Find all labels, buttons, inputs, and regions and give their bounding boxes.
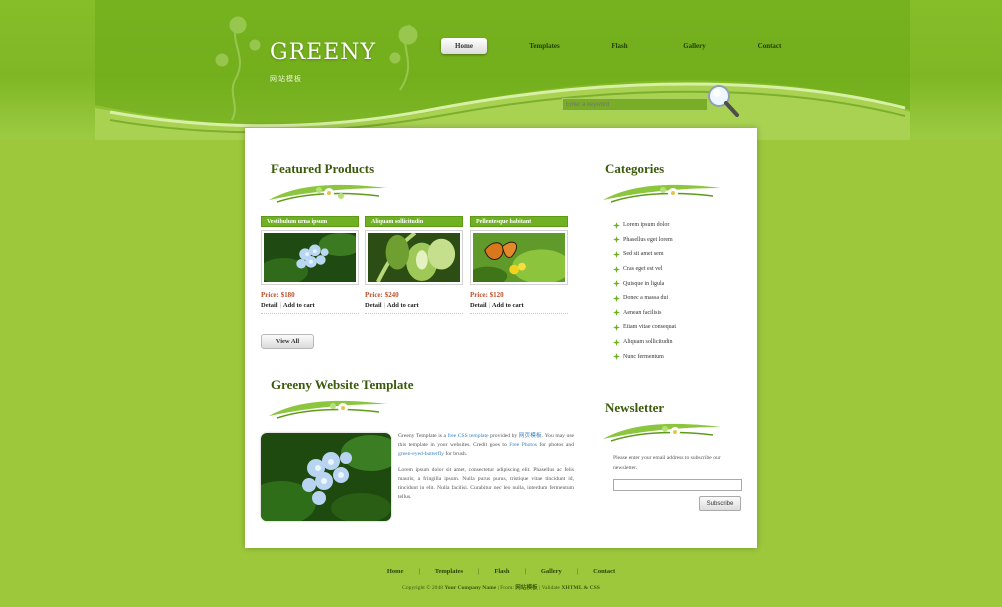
nav-gallery[interactable]: Gallery (657, 38, 732, 54)
leaf-ornament-icon (603, 184, 721, 203)
nav-contact[interactable]: Contact (732, 38, 807, 54)
email-field[interactable] (613, 479, 742, 491)
leaf-bullet-icon (613, 353, 620, 361)
product-card: Pellentesque habitant Price: $120 Detail… (470, 216, 568, 314)
newsletter-text: Please enter your email address to subsc… (613, 455, 721, 471)
categories-title: Categories (605, 161, 665, 176)
search-icon[interactable] (706, 84, 740, 118)
category-item[interactable]: Lorem ipsum dolor (613, 218, 676, 233)
free-css-template-link[interactable]: free CSS template (448, 433, 489, 439)
product-price: Price: $120 (470, 291, 504, 299)
category-item[interactable]: Donec a massa dui (613, 291, 676, 306)
about-paragraph: Lorem ipsum dolor sit amet, consectetur … (398, 466, 574, 501)
category-item[interactable]: Aliquam sollicitudin (613, 335, 676, 350)
category-item[interactable]: Quisque in ligula (613, 276, 676, 291)
nav-templates[interactable]: Templates (507, 38, 582, 54)
about-title: Greeny Website Template (271, 377, 414, 392)
category-item[interactable]: Sed sit amet sem (613, 247, 676, 262)
leaf-bullet-icon (613, 221, 620, 229)
search-input[interactable] (562, 98, 708, 111)
product-name[interactable]: Vestibulum urna ipsum (261, 216, 359, 227)
company-link[interactable]: Your Company Name (444, 585, 496, 591)
category-item[interactable]: Phasellus eget lorem (613, 233, 676, 248)
leaf-bullet-icon (613, 323, 620, 331)
site-title: GREENY (270, 40, 377, 65)
provider-link[interactable]: 网页模板 (519, 433, 542, 439)
add-to-cart-link[interactable]: Add to cart (283, 302, 315, 309)
brush-link[interactable]: green-eyed-butterfly (398, 451, 444, 457)
add-to-cart-link[interactable]: Add to cart (492, 302, 524, 309)
separator: | (576, 568, 579, 575)
header: GREENY 网站模板 Home Templates Flash Gallery… (0, 0, 1002, 140)
separator: | (418, 568, 420, 575)
footer-link-templates[interactable]: Templates (435, 568, 463, 575)
footer-link-gallery[interactable]: Gallery (541, 568, 562, 575)
validate-link[interactable]: XHTML & CSS (561, 585, 600, 591)
subscribe-button[interactable]: Subscribe (699, 496, 741, 511)
product-name[interactable]: Aliquam sollicitudin (365, 216, 463, 227)
product-image[interactable] (470, 230, 568, 285)
product-price: Price: $180 (261, 291, 295, 299)
nav-home[interactable]: Home (441, 38, 487, 54)
product-price: Price: $240 (365, 291, 399, 299)
footer-link-home[interactable]: Home (387, 568, 404, 575)
separator: | (478, 568, 480, 575)
source-link[interactable]: 网站模板 (515, 585, 537, 591)
header-swoosh (95, 0, 910, 140)
leaf-bullet-icon (613, 280, 620, 288)
detail-link[interactable]: Detail (470, 302, 487, 309)
featured-title: Featured Products (271, 161, 375, 176)
logo[interactable]: GREENY 网站模板 (270, 40, 376, 84)
leaf-bullet-icon (613, 338, 620, 346)
footer-link-flash[interactable]: Flash (494, 568, 509, 575)
copyright: Copyright © 2048 Your Company Name | Fro… (402, 585, 600, 591)
about-image (261, 433, 391, 521)
separator: | (524, 568, 526, 575)
product-card: Aliquam sollicitudin Price: $240 Detail |… (365, 216, 463, 314)
leaf-bullet-icon (613, 265, 620, 273)
detail-link[interactable]: Detail (261, 302, 278, 309)
leaf-ornament-icon (269, 184, 387, 203)
leaf-bullet-icon (613, 294, 620, 302)
site-subtitle: 网站模板 (270, 75, 302, 83)
leaf-ornament-icon (603, 423, 721, 442)
detail-link[interactable]: Detail (365, 302, 382, 309)
free-photos-link[interactable]: Free Photos (509, 442, 537, 448)
category-item[interactable]: Aenean facilisis (613, 306, 676, 321)
about-paragraph: Greeny Template is a free CSS template p… (398, 433, 574, 458)
leaf-bullet-icon (613, 236, 620, 244)
view-all-button[interactable]: View All (261, 334, 314, 349)
product-image[interactable] (261, 230, 359, 285)
nav-flash[interactable]: Flash (582, 38, 657, 54)
product-card: Vestibulum urna ipsum Price: $180 Detail… (261, 216, 359, 314)
product-name[interactable]: Pellentesque habitant (470, 216, 568, 227)
leaf-bullet-icon (613, 309, 620, 317)
footer-link-contact[interactable]: Contact (593, 568, 615, 575)
main-nav: Home Templates Flash Gallery Contact (441, 38, 807, 54)
about-text: Greeny Template is a free CSS template p… (398, 432, 574, 502)
category-item[interactable]: Nunc fermentum (613, 349, 676, 364)
newsletter-title: Newsletter (605, 400, 665, 415)
category-item[interactable]: Etiam vitae consequat (613, 320, 676, 335)
add-to-cart-link[interactable]: Add to cart (387, 302, 419, 309)
category-list: Lorem ipsum dolor Phasellus eget lorem S… (613, 218, 676, 364)
content-panel: Featured Products Vestibulum urna ipsum … (245, 128, 757, 548)
category-item[interactable]: Cras eget est vel (613, 262, 676, 277)
leaf-bullet-icon (613, 250, 620, 258)
footer-nav: Home | Templates | Flash | Gallery | Con… (0, 568, 1002, 575)
leaf-ornament-icon (269, 400, 387, 419)
product-image[interactable] (365, 230, 463, 285)
